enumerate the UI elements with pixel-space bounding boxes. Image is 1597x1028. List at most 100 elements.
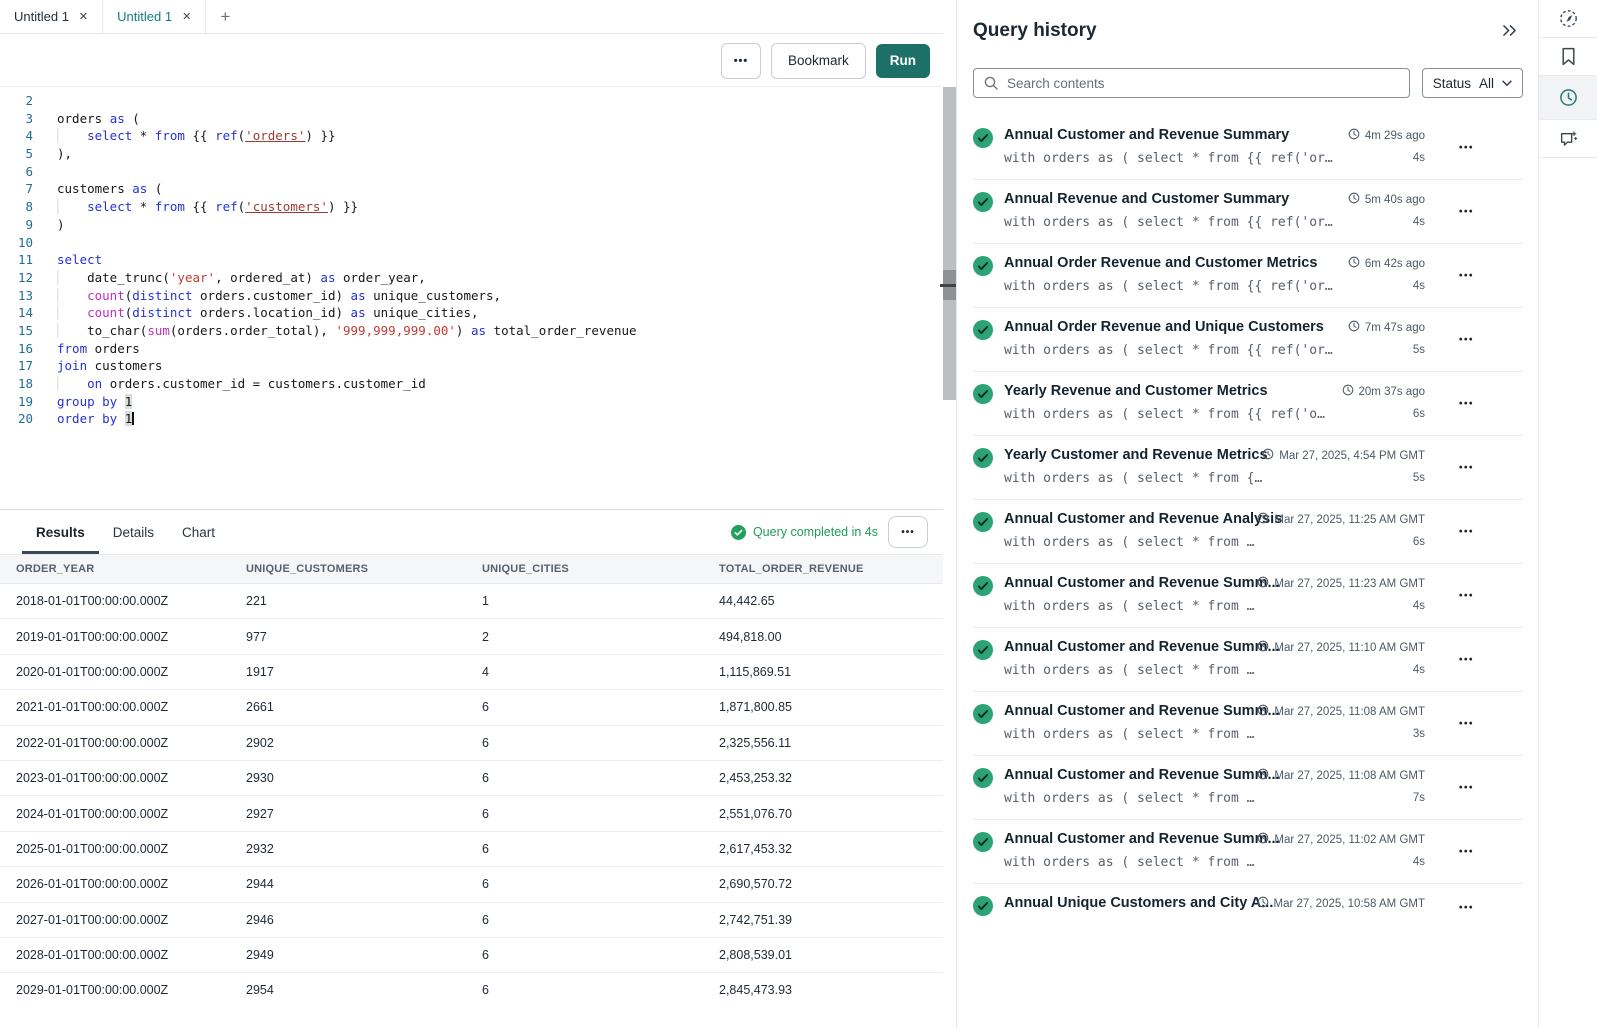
code-token: customers <box>87 358 162 373</box>
history-item-menu-button[interactable]: ••• <box>1459 846 1474 857</box>
code-token: ( <box>125 111 140 126</box>
new-tab-button[interactable]: + <box>206 0 244 33</box>
right-icon-rail <box>1538 0 1597 1028</box>
search-box <box>973 68 1410 98</box>
table-cell: 2022-01-01T00:00:00.000Z <box>16 736 246 750</box>
code-token <box>57 199 87 214</box>
bookmark-icon[interactable] <box>1539 38 1597 76</box>
tab-untitled-1[interactable]: Untitled 1 ✕ <box>0 0 103 33</box>
collapse-panel-icon[interactable] <box>1502 24 1517 42</box>
history-item-sql-preview: with orders as ( select * from {{ ref('o… <box>1004 215 1333 230</box>
code-token: on <box>87 376 102 391</box>
code-token: ref <box>215 199 238 214</box>
history-item-menu-button[interactable]: ••• <box>1459 718 1474 729</box>
close-icon[interactable]: ✕ <box>79 10 88 23</box>
history-item[interactable]: Annual Customer and Revenue Analysiswith… <box>973 500 1523 564</box>
code-token: group by <box>57 394 117 409</box>
history-item-menu-button[interactable]: ••• <box>1459 462 1474 473</box>
table-cell: 2024-01-01T00:00:00.000Z <box>16 807 246 821</box>
history-item[interactable]: Annual Customer and Revenue Summ...with … <box>973 564 1523 628</box>
table-cell: 2023-01-01T00:00:00.000Z <box>16 771 246 785</box>
table-row: 2023-01-01T00:00:00.000Z293062,453,253.3… <box>0 761 943 796</box>
success-check-icon <box>973 384 993 404</box>
table-body: 2018-01-01T00:00:00.000Z221144,442.65201… <box>0 584 943 1001</box>
history-item-title: Yearly Customer and Revenue Metrics <box>1004 447 1268 463</box>
history-item-title: Annual Order Revenue and Customer Metric… <box>1004 255 1333 271</box>
tab-results[interactable]: Results <box>22 510 99 554</box>
history-item[interactable]: Annual Customer and Revenue Summ...with … <box>973 756 1523 820</box>
history-item-menu-button[interactable]: ••• <box>1459 903 1474 914</box>
tab-label: Untitled 1 <box>117 9 172 24</box>
bookmark-button[interactable]: Bookmark <box>771 43 866 79</box>
code-token: customers <box>57 181 132 196</box>
code-token: from <box>57 341 87 356</box>
history-item-menu-button[interactable]: ••• <box>1459 142 1474 153</box>
results-more-button[interactable]: ••• <box>888 516 928 548</box>
results-panel: Results Details Chart Query completed in… <box>0 509 943 1028</box>
code-line: 9) <box>0 216 943 234</box>
more-options-button[interactable]: ••• <box>721 43 761 79</box>
sql-editor[interactable]: 23orders as (4 select * from {{ ref('ord… <box>0 86 943 515</box>
code-token: , ordered_at) <box>215 270 320 285</box>
history-item-duration: 6s <box>1413 408 1425 420</box>
table-cell: 1,115,869.51 <box>719 665 943 679</box>
search-input[interactable] <box>973 68 1410 98</box>
history-item[interactable]: Annual Customer and Revenue Summ...with … <box>973 692 1523 756</box>
code-token: join <box>57 358 87 373</box>
history-item-duration: 4s <box>1413 600 1425 612</box>
history-item-duration: 5s <box>1413 472 1425 484</box>
code-line: 6 <box>0 163 943 181</box>
history-item-menu-button[interactable]: ••• <box>1459 654 1474 665</box>
editor-scrollbar[interactable] <box>943 87 956 400</box>
model-ref-link[interactable]: 'orders' <box>245 128 305 143</box>
history-item-menu-button[interactable]: ••• <box>1459 526 1474 537</box>
history-item[interactable]: Annual Order Revenue and Customer Metric… <box>973 244 1523 308</box>
close-icon[interactable]: ✕ <box>182 10 191 23</box>
history-item[interactable]: Annual Customer and Revenue Summarywith … <box>973 116 1523 180</box>
success-check-icon <box>973 256 993 276</box>
history-item[interactable]: Yearly Revenue and Customer Metricswith … <box>973 372 1523 436</box>
history-item-menu-button[interactable]: ••• <box>1459 206 1474 217</box>
column-header: TOTAL_ORDER_REVENUE <box>719 563 943 575</box>
tab-untitled-2[interactable]: Untitled 1 ✕ <box>103 0 206 33</box>
code-token: from <box>155 128 185 143</box>
history-item-menu-button[interactable]: ••• <box>1459 270 1474 281</box>
history-item-menu-button[interactable]: ••• <box>1459 398 1474 409</box>
history-item[interactable]: Yearly Customer and Revenue Metricswith … <box>973 436 1523 500</box>
line-number: 13 <box>0 287 33 305</box>
history-item[interactable]: Annual Customer and Revenue Summ...with … <box>973 820 1523 884</box>
tab-chart[interactable]: Chart <box>168 510 229 554</box>
scrollbar-thumb[interactable] <box>943 270 956 300</box>
clock-icon <box>1348 192 1360 207</box>
history-item-timestamp: 4m 29s ago <box>1348 128 1425 143</box>
history-item[interactable]: Annual Customer and Revenue Summ...with … <box>973 628 1523 692</box>
code-token: unique_customers, <box>366 288 501 303</box>
history-item-menu-button[interactable]: ••• <box>1459 782 1474 793</box>
compass-icon[interactable] <box>1539 0 1597 38</box>
code-token: select <box>57 252 102 267</box>
table-cell: 2932 <box>246 842 482 856</box>
line-number: 12 <box>0 269 33 287</box>
query-history-icon[interactable] <box>1539 76 1597 120</box>
history-item[interactable]: Annual Order Revenue and Unique Customer… <box>973 308 1523 372</box>
history-item-title: Annual Unique Customers and City A... <box>1004 895 1273 911</box>
code-line: 2 <box>0 92 943 110</box>
table-cell: 2027-01-01T00:00:00.000Z <box>16 913 246 927</box>
history-item[interactable]: Annual Revenue and Customer Summarywith … <box>973 180 1523 244</box>
tab-details[interactable]: Details <box>99 510 168 554</box>
line-number: 10 <box>0 234 33 252</box>
history-item-duration: 4s <box>1413 216 1425 228</box>
history-item-timestamp: Mar 27, 2025, 11:10 AM GMT <box>1257 640 1425 655</box>
history-item-title: Annual Customer and Revenue Summ... <box>1004 703 1280 719</box>
assistant-chat-icon[interactable] <box>1539 120 1597 158</box>
run-button[interactable]: Run <box>876 44 930 78</box>
table-cell: 6 <box>482 983 719 997</box>
code-token: ( <box>147 181 162 196</box>
history-item-menu-button[interactable]: ••• <box>1459 334 1474 345</box>
code-token: order_year, <box>335 270 425 285</box>
table-cell: 2,845,473.93 <box>719 983 943 997</box>
model-ref-link[interactable]: 'customers' <box>245 199 328 214</box>
history-item[interactable]: Annual Unique Customers and City A...Mar… <box>973 884 1523 932</box>
status-filter-dropdown[interactable]: Status All <box>1422 68 1523 98</box>
history-item-menu-button[interactable]: ••• <box>1459 590 1474 601</box>
